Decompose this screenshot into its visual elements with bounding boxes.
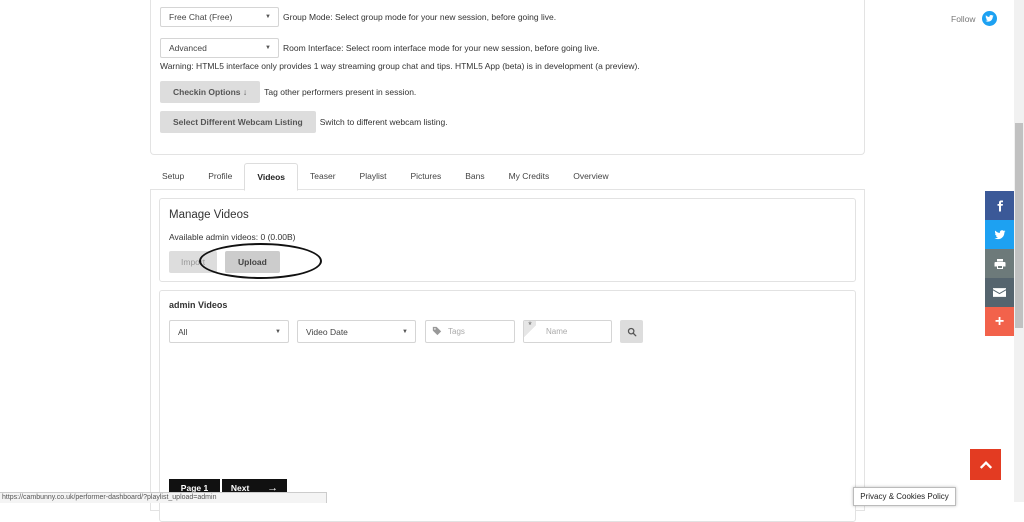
- twitter-icon: [994, 229, 1005, 239]
- scrollbar-track[interactable]: [1014, 0, 1024, 502]
- room-interface-row: Advanced ▼ Room Interface: Select room i…: [160, 38, 600, 58]
- select-webcam-button[interactable]: Select Different Webcam Listing: [160, 111, 316, 133]
- chevron-down-icon: ▼: [265, 14, 271, 20]
- twitter-icon: [981, 11, 997, 26]
- chevron-down-icon: ▼: [275, 328, 281, 335]
- checkin-desc: Tag other performers present in session.: [264, 87, 417, 97]
- privacy-cookies-button[interactable]: Privacy & Cookies Policy: [853, 487, 956, 506]
- group-mode-select[interactable]: Free Chat (Free) ▼: [160, 7, 279, 27]
- filter-value: All: [178, 326, 188, 337]
- chevron-down-icon: ▼: [402, 328, 408, 335]
- twitter-share-button[interactable]: [985, 220, 1014, 249]
- tab-videos[interactable]: Videos: [244, 163, 299, 191]
- html5-warning: Warning: HTML5 interface only provides 1…: [160, 61, 640, 71]
- group-mode-row: Free Chat (Free) ▼ Group Mode: Select gr…: [160, 7, 556, 27]
- available-videos-text: Available admin videos: 0 (0.00B): [169, 232, 296, 242]
- checkin-options-button[interactable]: Checkin Options ↓: [160, 81, 261, 103]
- more-share-button[interactable]: +: [985, 307, 1014, 336]
- print-icon: [994, 258, 1005, 269]
- email-icon: [993, 288, 1006, 297]
- status-bar-url: https://cambunny.co.uk/performer-dashboa…: [0, 492, 328, 503]
- tab-setup[interactable]: Setup: [150, 163, 196, 189]
- manage-videos-box: Manage Videos Available admin videos: 0 …: [159, 198, 856, 282]
- room-interface-value: Advanced: [169, 43, 207, 53]
- print-share-button[interactable]: [985, 249, 1014, 278]
- search-button[interactable]: [620, 320, 643, 343]
- tab-teaser[interactable]: Teaser: [298, 163, 348, 189]
- name-placeholder: Name: [546, 327, 568, 336]
- group-mode-desc: Group Mode: Select group mode for your n…: [283, 12, 557, 22]
- name-input[interactable]: * Name: [523, 320, 612, 343]
- checkin-row: Checkin Options ↓ Tag other performers p…: [160, 81, 416, 103]
- session-settings-panel: Free Chat (Free) ▼ Group Mode: Select gr…: [150, 0, 865, 155]
- chevron-up-icon: [979, 460, 992, 469]
- tab-playlist[interactable]: Playlist: [348, 163, 399, 189]
- search-icon: [627, 327, 636, 336]
- filter-select[interactable]: All ▼: [169, 320, 289, 343]
- sort-value: Video Date: [306, 326, 348, 337]
- manage-videos-title: Manage Videos: [169, 209, 249, 221]
- room-interface-desc: Room Interface: Select room interface mo…: [283, 43, 600, 53]
- tags-placeholder: Tags: [448, 327, 465, 336]
- scrollbar-thumb[interactable]: [1015, 123, 1023, 328]
- tab-overview[interactable]: Overview: [561, 163, 620, 189]
- videos-tab-content: Manage Videos Available admin videos: 0 …: [150, 189, 865, 522]
- tab-profile[interactable]: Profile: [196, 163, 244, 189]
- tab-pictures[interactable]: Pictures: [398, 163, 453, 189]
- follow-widget[interactable]: Follow: [951, 11, 997, 26]
- facebook-share-button[interactable]: [985, 191, 1014, 220]
- tags-input[interactable]: Tags: [425, 320, 515, 343]
- room-interface-select[interactable]: Advanced ▼: [160, 38, 279, 58]
- scroll-to-top-button[interactable]: [970, 449, 1001, 480]
- dashboard-tabs: Setup Profile Videos Teaser Playlist Pic…: [150, 163, 621, 191]
- email-share-button[interactable]: [985, 278, 1014, 307]
- tag-icon: [432, 326, 442, 338]
- facebook-icon: [997, 200, 1003, 211]
- tab-my-credits[interactable]: My Credits: [497, 163, 562, 189]
- plus-icon: +: [994, 312, 1005, 330]
- chevron-down-icon: ▼: [265, 45, 271, 51]
- group-mode-value: Free Chat (Free): [169, 12, 233, 22]
- webcam-desc: Switch to different webcam listing.: [319, 117, 448, 127]
- follow-label: Follow: [951, 13, 976, 24]
- highlight-circle: [199, 243, 322, 279]
- admin-videos-box: admin Videos All ▼ Video Date ▼ Tags * N…: [159, 290, 856, 522]
- asterisk-icon: *: [524, 321, 536, 342]
- webcam-row: Select Different Webcam Listing Switch t…: [160, 111, 448, 133]
- admin-videos-title: admin Videos: [169, 300, 228, 310]
- tab-bans[interactable]: Bans: [453, 163, 496, 189]
- sort-select[interactable]: Video Date ▼: [297, 320, 416, 343]
